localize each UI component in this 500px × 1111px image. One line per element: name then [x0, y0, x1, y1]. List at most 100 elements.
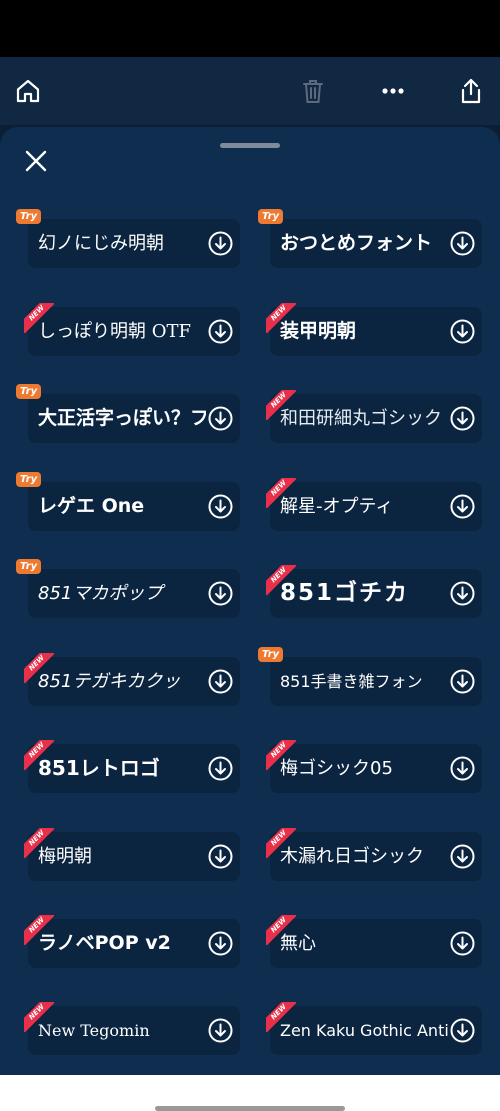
font-card[interactable]: 851レトロゴ NEW [24, 740, 240, 793]
font-name: 851ゴチカ [280, 580, 410, 606]
download-icon [450, 1018, 475, 1043]
new-badge: NEW [266, 740, 296, 770]
font-name: 解星-オプティ [280, 496, 394, 517]
download-icon [208, 1018, 233, 1043]
font-name: 梅ゴシック05 [280, 758, 393, 779]
font-name: 851マカポップ [38, 583, 163, 604]
font-card[interactable]: New Tegomin NEW [24, 1002, 240, 1055]
download-button[interactable] [208, 756, 233, 781]
download-button[interactable] [450, 669, 475, 694]
font-card[interactable]: 解星-オプティ NEW [266, 478, 482, 531]
font-card[interactable]: しっぽり明朝 OTF NEW [24, 303, 240, 356]
font-card[interactable]: 無心 NEW [266, 915, 482, 968]
try-badge: Try [258, 209, 284, 224]
download-button[interactable] [208, 931, 233, 956]
download-icon [208, 756, 233, 781]
try-badge: Try [16, 384, 42, 399]
download-button[interactable] [208, 406, 233, 431]
sheet-grabber[interactable] [220, 143, 280, 148]
home-icon [16, 79, 40, 103]
font-name: 木漏れ日ゴシック [280, 846, 424, 867]
download-icon [208, 406, 233, 431]
download-button[interactable] [450, 581, 475, 606]
trash-icon [303, 80, 323, 103]
download-icon [450, 931, 475, 956]
font-card[interactable]: 木漏れ日ゴシック NEW [266, 828, 482, 881]
try-badge: Try [16, 209, 42, 224]
font-name: New Tegomin [38, 1021, 150, 1040]
new-badge: NEW [266, 303, 296, 333]
new-badge: NEW [266, 478, 296, 508]
font-picker-sheet: 幻ノにじみ明朝 Try おつとめフォント Try しっぽり明朝 OTF NEW … [0, 127, 500, 1075]
font-name: 梅明朝 [38, 846, 92, 867]
download-icon [450, 581, 475, 606]
download-button[interactable] [450, 319, 475, 344]
download-icon [208, 231, 233, 256]
font-card[interactable]: レゲエ One Try [16, 472, 240, 531]
delete-button[interactable] [293, 71, 333, 111]
close-button[interactable] [16, 143, 56, 179]
font-card[interactable]: 大正活字っぽい？フ Try [16, 384, 240, 443]
font-name: 851レトロゴ [38, 756, 160, 780]
download-icon [208, 494, 233, 519]
new-badge: NEW [24, 1002, 54, 1032]
download-button[interactable] [450, 1018, 475, 1043]
try-badge: Try [258, 647, 284, 662]
download-icon [450, 669, 475, 694]
download-icon [450, 756, 475, 781]
new-badge: NEW [266, 390, 296, 420]
download-icon [208, 669, 233, 694]
font-card[interactable]: 幻ノにじみ明朝 Try [16, 209, 240, 268]
home-button[interactable] [8, 71, 48, 111]
download-icon [450, 494, 475, 519]
download-button[interactable] [208, 231, 233, 256]
font-card[interactable]: 装甲明朝 NEW [266, 303, 482, 356]
download-button[interactable] [208, 494, 233, 519]
new-badge: NEW [266, 828, 296, 858]
share-button[interactable] [451, 71, 491, 111]
download-icon [450, 844, 475, 869]
new-badge: NEW [24, 303, 54, 333]
try-badge: Try [16, 559, 42, 574]
font-card[interactable]: 851マカポップ Try [16, 559, 240, 618]
download-icon [450, 231, 475, 256]
font-card[interactable]: ラノベPOP v2 NEW [24, 915, 240, 968]
font-card[interactable]: 851手書き雑フォン Try [258, 647, 482, 706]
download-button[interactable] [450, 844, 475, 869]
font-card[interactable]: 和田研細丸ゴシック NEW [266, 390, 482, 443]
download-button[interactable] [450, 231, 475, 256]
download-button[interactable] [450, 494, 475, 519]
download-icon [208, 319, 233, 344]
new-badge: NEW [266, 915, 296, 945]
download-button[interactable] [450, 406, 475, 431]
download-button[interactable] [208, 669, 233, 694]
font-card[interactable]: 851ゴチカ NEW [266, 565, 482, 618]
try-badge: Try [16, 472, 42, 487]
share-icon [461, 78, 481, 104]
download-icon [208, 931, 233, 956]
font-name: 851テガキカクッ [38, 671, 181, 692]
font-card[interactable]: 851テガキカクッ NEW [24, 653, 240, 706]
more-options-button[interactable] [373, 71, 413, 111]
font-card[interactable]: Zen Kaku Gothic Antique NEW [266, 1002, 482, 1055]
download-button[interactable] [450, 931, 475, 956]
download-icon [208, 844, 233, 869]
font-card[interactable]: おつとめフォント Try [258, 209, 482, 268]
status-bar [0, 0, 500, 57]
download-button[interactable] [450, 756, 475, 781]
font-name: 大正活字っぽい？フ [38, 407, 206, 429]
new-badge: NEW [24, 915, 54, 945]
new-badge: NEW [24, 828, 54, 858]
font-name: レゲエ One [38, 495, 145, 517]
font-card[interactable]: 梅ゴシック05 NEW [266, 740, 482, 793]
download-icon [450, 406, 475, 431]
home-indicator [155, 1106, 345, 1111]
download-button[interactable] [208, 844, 233, 869]
download-button[interactable] [208, 1018, 233, 1043]
font-name: ラノベPOP v2 [38, 932, 171, 954]
download-button[interactable] [208, 319, 233, 344]
font-name: Zen Kaku Gothic Antique [280, 1021, 448, 1040]
font-card[interactable]: 梅明朝 NEW [24, 828, 240, 881]
close-icon [25, 150, 47, 172]
download-button[interactable] [208, 581, 233, 606]
